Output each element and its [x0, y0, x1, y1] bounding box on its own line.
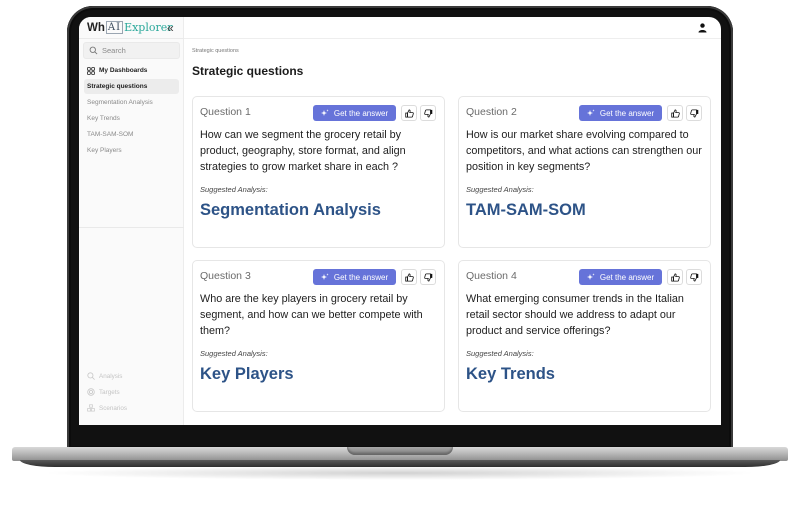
- get-answer-button[interactable]: Get the answer: [579, 105, 662, 121]
- thumbs-up-button[interactable]: [401, 269, 417, 285]
- app-logo: Wh AI Explorer: [87, 21, 173, 34]
- user-icon[interactable]: [698, 23, 707, 33]
- search-analysis-icon: [87, 372, 95, 380]
- sidebar-item-label: Segmentation Analysis: [87, 99, 153, 106]
- search-input[interactable]: [102, 46, 172, 55]
- question-text: Who are the key players in grocery retai…: [200, 293, 423, 337]
- sidebar-tool-label: Scenarios: [99, 404, 128, 412]
- thumbs-down-button[interactable]: [420, 105, 436, 121]
- thumbs-up-icon: [404, 108, 414, 118]
- logo-prefix: Wh: [87, 21, 105, 34]
- thumbs-up-button[interactable]: [401, 105, 417, 121]
- thumbs-up-icon: [670, 272, 680, 282]
- question-text: What emerging consumer trends in the Ita…: [466, 293, 684, 337]
- sidebar-item-tam-sam-som[interactable]: TAM-SAM-SOM: [84, 127, 179, 142]
- breadcrumb[interactable]: Strategic questions: [192, 48, 239, 54]
- sidebar-tool-analysis[interactable]: Analysis: [87, 372, 122, 380]
- sidebar: Wh AI Explorer « My Dashboards Strategic…: [79, 17, 184, 425]
- sparkle-icon: [586, 109, 595, 116]
- top-bar: [184, 17, 721, 39]
- search-field[interactable]: [83, 42, 180, 59]
- sparkle-icon: [586, 273, 595, 280]
- question-text: How is our market share evolving compare…: [466, 129, 702, 173]
- suggested-analysis-label: Suggested Analysis:: [200, 349, 268, 358]
- page-title: Strategic questions: [192, 64, 304, 78]
- question-card-2: Question 2 Get the answer How is our mar…: [458, 96, 711, 248]
- question-card-3: Question 3 Get the answer Who are the ke…: [192, 260, 445, 412]
- sidebar-divider: [79, 227, 184, 228]
- sidebar-item-label: Strategic questions: [87, 83, 148, 90]
- get-answer-button[interactable]: Get the answer: [313, 105, 396, 121]
- chevrons-left-icon[interactable]: «: [167, 21, 174, 35]
- suggested-analysis-link[interactable]: Key Trends: [466, 365, 555, 384]
- sidebar-item-strategic-questions[interactable]: Strategic questions: [84, 79, 179, 94]
- scenarios-icon: [87, 404, 95, 412]
- question-label: Question 3: [200, 270, 251, 282]
- suggested-analysis-link[interactable]: Segmentation Analysis: [200, 201, 381, 220]
- laptop-notch: [347, 447, 453, 455]
- sidebar-header-divider: [79, 38, 184, 39]
- sidebar-item-key-players[interactable]: Key Players: [84, 143, 179, 158]
- thumbs-down-icon: [689, 272, 698, 282]
- sidebar-item-label: My Dashboards: [99, 67, 148, 74]
- thumbs-down-button[interactable]: [686, 269, 702, 285]
- thumbs-down-icon: [689, 108, 698, 118]
- question-label: Question 1: [200, 106, 251, 118]
- sidebar-tool-label: Analysis: [99, 372, 123, 380]
- sidebar-item-label: TAM-SAM-SOM: [87, 131, 134, 138]
- get-answer-label: Get the answer: [333, 272, 389, 282]
- question-card-4: Question 4 Get the answer What emerging …: [458, 260, 711, 412]
- get-answer-label: Get the answer: [599, 272, 655, 282]
- thumbs-down-button[interactable]: [686, 105, 702, 121]
- get-answer-button[interactable]: Get the answer: [579, 269, 662, 285]
- sparkle-icon: [320, 273, 329, 280]
- get-answer-button[interactable]: Get the answer: [313, 269, 396, 285]
- question-label: Question 4: [466, 270, 517, 282]
- suggested-analysis-link[interactable]: TAM-SAM-SOM: [466, 201, 586, 220]
- logo-ai: AI: [105, 21, 124, 34]
- sparkle-icon: [320, 109, 329, 116]
- sidebar-item-my-dashboards[interactable]: My Dashboards: [84, 63, 179, 78]
- sidebar-item-label: Key Trends: [87, 115, 120, 122]
- question-card-1: Question 1 Get the answer How can we seg…: [192, 96, 445, 248]
- question-text: How can we segment the grocery retail by…: [200, 129, 406, 173]
- question-label: Question 2: [466, 106, 517, 118]
- get-answer-label: Get the answer: [333, 108, 389, 118]
- thumbs-down-button[interactable]: [420, 269, 436, 285]
- search-icon: [89, 46, 98, 55]
- target-icon: [87, 388, 95, 396]
- get-answer-label: Get the answer: [599, 108, 655, 118]
- sidebar-item-key-trends[interactable]: Key Trends: [84, 111, 179, 126]
- sidebar-tool-targets[interactable]: Targets: [87, 388, 120, 396]
- thumbs-up-icon: [404, 272, 414, 282]
- sidebar-tool-scenarios[interactable]: Scenarios: [87, 404, 127, 412]
- laptop-shadow: [40, 466, 760, 480]
- screen: Wh AI Explorer « My Dashboards Strategic…: [79, 17, 721, 425]
- thumbs-up-button[interactable]: [667, 269, 683, 285]
- logo-suffix: Explorer: [124, 21, 173, 34]
- suggested-analysis-label: Suggested Analysis:: [466, 349, 534, 358]
- thumbs-up-icon: [670, 108, 680, 118]
- sidebar-tool-label: Targets: [99, 388, 120, 396]
- suggested-analysis-label: Suggested Analysis:: [466, 185, 534, 194]
- sidebar-item-segmentation-analysis[interactable]: Segmentation Analysis: [84, 95, 179, 110]
- thumbs-down-icon: [423, 108, 432, 118]
- suggested-analysis-label: Suggested Analysis:: [200, 185, 268, 194]
- sidebar-item-label: Key Players: [87, 147, 122, 154]
- suggested-analysis-link[interactable]: Key Players: [200, 365, 294, 384]
- thumbs-down-icon: [423, 272, 432, 282]
- dashboard-grid-icon: [87, 66, 95, 75]
- thumbs-up-button[interactable]: [667, 105, 683, 121]
